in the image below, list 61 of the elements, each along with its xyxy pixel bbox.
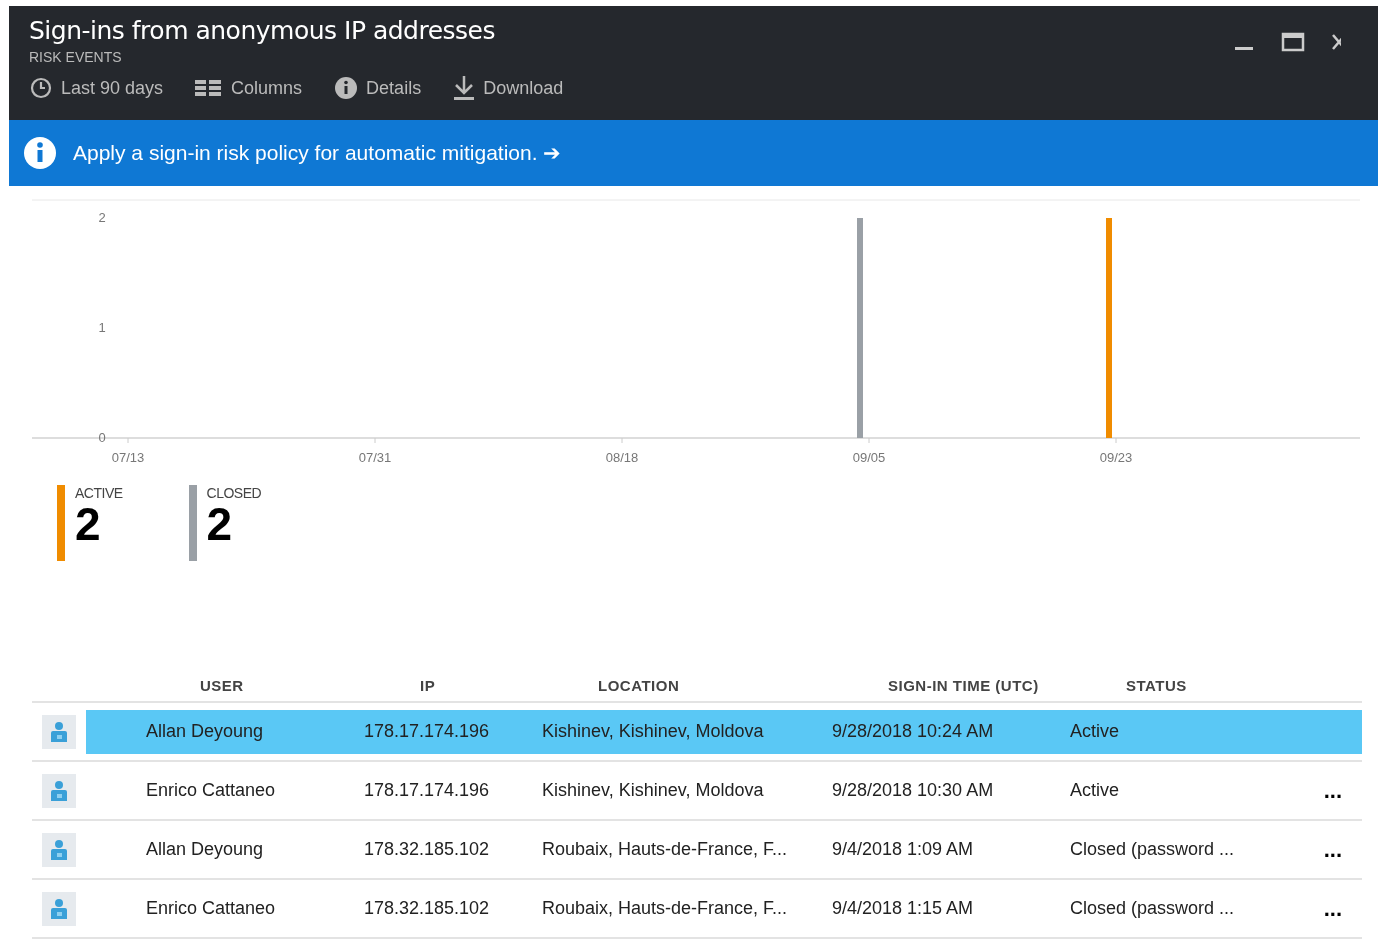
table-row[interactable]: Enrico Cattaneo 178.32.185.102 Roubaix, Hauts-de-France, F... 9/4/2018 1:15 AM Closed (password ... ...: [86, 886, 1362, 931]
table-cell-text: 178.32.185.102: [363, 839, 491, 860]
table-cell-text: Enrico Cattaneo: [145, 780, 277, 801]
table-cell-text: 9/4/2018 1:15 AM: [831, 898, 975, 919]
window-subtitle: RISK EVENTS: [29, 49, 123, 65]
maximize-icon[interactable]: [1281, 30, 1305, 53]
toolbar-button[interactable]: Columns: [195, 75, 303, 101]
policy-link[interactable]: Apply a sign-in risk policy for automatic mitigation. ➔: [73, 141, 562, 165]
table-cell-text: 9/28/2018 10:24 AM: [831, 721, 995, 742]
table-row[interactable]: Allan Deyoung 178.32.185.102 Roubaix, Hauts-de-France, F... 9/4/2018 1:09 AM Closed (password ... ...: [86, 827, 1362, 872]
table-row[interactable]: Enrico Cattaneo 178.17.174.196 Kishinev, Kishinev, Moldova 9/28/2018 10:30 AM Active ...: [86, 768, 1362, 813]
axis-label: 07/13: [111, 450, 145, 465]
summary-label: ACTIVE: [75, 485, 123, 501]
table-cell-text: Enrico Cattaneo: [145, 898, 277, 919]
window-title: Sign-ins from anonymous IP addresses: [29, 16, 496, 45]
summary-count: 2: [206, 501, 234, 547]
axis-label: 08/18: [605, 450, 639, 465]
table-cell-text: Active: [1069, 721, 1121, 742]
summary-count: 2: [75, 501, 102, 547]
toolbar-button[interactable]: Download: [453, 75, 564, 101]
user-icon: [42, 891, 76, 926]
toolbar-button[interactable]: Details: [334, 75, 422, 101]
info-icon: [334, 76, 359, 100]
columns-icon: [195, 78, 224, 98]
user-icon: [42, 832, 76, 867]
table-cell-text: Roubaix, Hauts-de-France, F...: [541, 839, 789, 860]
table-cell-text: 178.32.185.102: [363, 898, 491, 919]
table-cell-text: Roubaix, Hauts-de-France, F...: [541, 898, 789, 919]
table-cell-text: Closed (password ...: [1069, 839, 1236, 860]
summary-label: CLOSED: [206, 485, 262, 501]
toolbar-button[interactable]: Last 90 days: [29, 75, 164, 101]
table-cell-text: Kishinev, Kishinev, Moldova: [541, 780, 765, 801]
axis-label: 1: [98, 320, 106, 335]
table-cell-text: 9/28/2018 10:30 AM: [831, 780, 995, 801]
table-cell-text: Allan Deyoung: [145, 839, 265, 860]
table-cell-text: Allan Deyoung: [145, 721, 265, 742]
more-button[interactable]: ...: [1323, 895, 1342, 921]
more-button[interactable]: ...: [1323, 836, 1342, 862]
info-icon: [23, 136, 57, 170]
axis-label: 0: [98, 430, 106, 445]
table-cell-text: 9/4/2018 1:09 AM: [831, 839, 975, 860]
column-header[interactable]: IP: [412, 676, 590, 694]
table-cell-text: 178.17.174.196: [363, 780, 491, 801]
user-icon: [42, 714, 76, 749]
column-header[interactable]: USER: [86, 676, 412, 694]
more-button[interactable]: ...: [1323, 777, 1342, 803]
axis-label: 2: [98, 210, 106, 225]
table-cell-text: Kishinev, Kishinev, Moldova: [541, 721, 765, 742]
column-header[interactable]: LOCATION: [590, 676, 880, 694]
table-cell-text: Active: [1069, 780, 1121, 801]
axis-label: 09/23: [1099, 450, 1133, 465]
user-icon: [42, 773, 76, 808]
column-header[interactable]: STATUS: [1118, 676, 1308, 694]
column-header[interactable]: SIGN-IN TIME (UTC): [880, 676, 1118, 694]
table-cell-text: Closed (password ...: [1069, 898, 1236, 919]
axis-label: 07/31: [358, 450, 392, 465]
table-cell-text: 178.17.174.196: [363, 721, 491, 742]
axis-label: 09/05: [852, 450, 886, 465]
table-row[interactable]: Allan Deyoung 178.17.174.196 Kishinev, Kishinev, Moldova 9/28/2018 10:24 AM Active: [86, 709, 1362, 754]
clock-icon: [29, 76, 53, 100]
download-icon: [453, 75, 476, 101]
